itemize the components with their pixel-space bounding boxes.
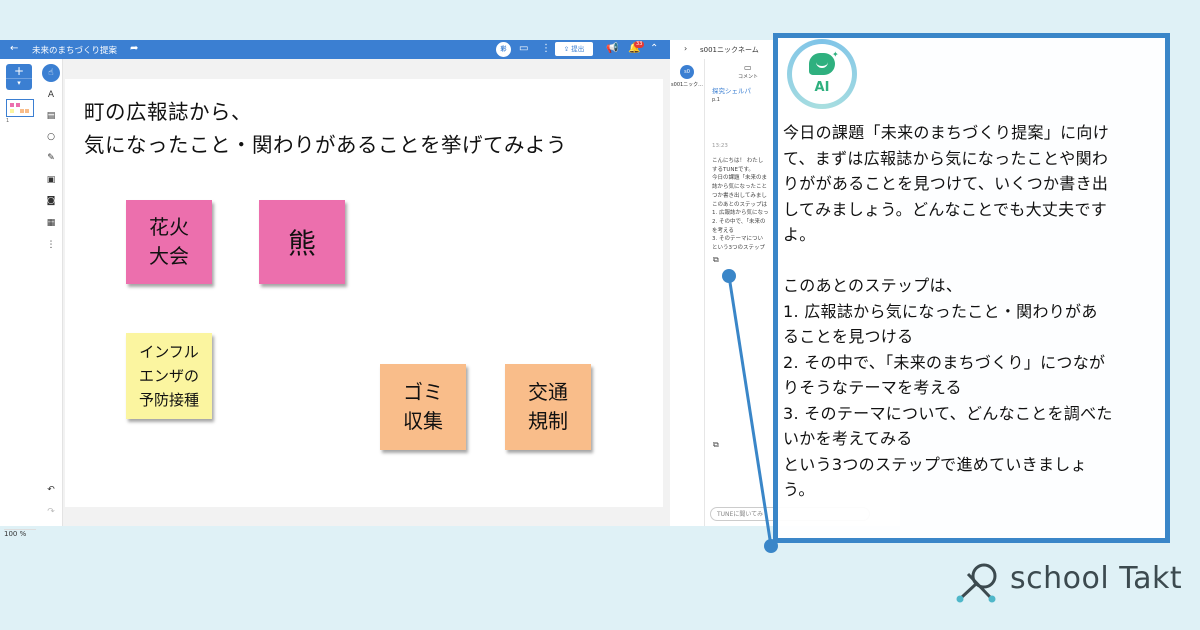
page-thumbnail[interactable] (6, 99, 34, 117)
copy-icon[interactable]: ⧉ (713, 440, 719, 450)
table-tool-icon[interactable]: ▦ (40, 218, 62, 228)
tool-bar: ☝ A ▤ ○ ✎ ▣ ◙ ▦ ⋮ ↶ ↷ (40, 59, 63, 526)
user-avatar[interactable]: 彩 (496, 42, 511, 57)
logo-text: school Takt (1010, 561, 1183, 596)
chevron-down-icon[interactable]: ▾ (6, 78, 32, 87)
submit-label: 提出 (571, 45, 585, 53)
chevron-up-icon[interactable]: ⌃ (650, 43, 658, 54)
top-bar: ← 未来のまちづくり提案 ➦ 彩 ▭ ⋮ ⇪ 提出 📢 🔔 33 ⌃ (0, 40, 670, 59)
message-time: 13:23 (712, 143, 728, 149)
image-tool-icon[interactable]: ▣ (40, 175, 62, 185)
ai-avatar-inner: ✦ AI (792, 44, 852, 104)
canvas-prompt[interactable]: 町の広報誌から、 気になったこと・関わりがあることを挙げてみよう (84, 96, 567, 162)
zoom-value[interactable]: 100 (4, 530, 17, 538)
ai-avatar: ✦ AI (787, 39, 857, 109)
zoom-control[interactable]: 100 % (4, 529, 36, 542)
notification-badge: 33 (634, 41, 645, 48)
canvas[interactable]: 町の広報誌から、 気になったこと・関わりがあることを挙げてみよう 花火 大会 熊… (65, 79, 663, 507)
present-icon[interactable]: ▭ (519, 43, 528, 54)
sticky-note[interactable]: 熊 (259, 200, 345, 284)
nav-avatar[interactable]: s0 (680, 65, 694, 79)
section-title: 探究シェルパ (712, 87, 751, 95)
preview-line: 今日の課題「未来のま (712, 175, 768, 182)
preview-line: このあとのステップは (712, 201, 767, 208)
camera-tool-icon[interactable]: ◙ (40, 196, 62, 206)
back-arrow-icon[interactable]: ← (10, 43, 18, 54)
text-tool-icon[interactable]: A (40, 90, 62, 100)
prompt-line-2: 気になったこと・関わりがあることを挙げてみよう (84, 133, 567, 157)
more-vertical-icon[interactable]: ⋮ (541, 43, 551, 54)
preview-line: こんにちは！ わたし (712, 158, 764, 164)
more-tools-icon[interactable]: ⋮ (40, 240, 62, 250)
ai-message-text: 今日の課題「未来のまちづくり提案」に向け て、まずは広報誌から気になったことや関… (783, 123, 1113, 499)
thumb-note (10, 109, 14, 113)
nav-user-label: s001ニック... (671, 82, 703, 88)
preview-line: つか書き出してみまし (712, 192, 767, 199)
sticky-note-text: ゴミ 収集 (403, 380, 443, 433)
undo-icon[interactable]: ↶ (40, 485, 62, 495)
section-sub: p.1 (712, 97, 720, 103)
zoom-unit: % (19, 530, 27, 538)
page-thumbnail-panel: + ▾ 1 100 % (0, 59, 41, 538)
thumb-note (16, 103, 20, 107)
add-page-button[interactable]: + ▾ (6, 64, 32, 90)
document-title: 未来のまちづくり提案 (32, 46, 118, 56)
canvas-area: 町の広報誌から、 気になったこと・関わりがあることを挙げてみよう 花火 大会 熊… (63, 59, 670, 526)
pen-tool-icon[interactable]: ✎ (40, 153, 62, 163)
preview-line: 1. 広報誌から気になっ (712, 210, 769, 217)
share-arrow-icon[interactable]: ➦ (130, 43, 138, 54)
preview-line: 2. その中で、「未来の (712, 218, 766, 225)
preview-line: 3. そのテーマについ (712, 236, 763, 243)
sticky-note-text: インフル エンザの 予防接種 (138, 343, 199, 409)
logo-mark-icon (956, 563, 997, 603)
sticky-note[interactable]: インフル エンザの 予防接種 (126, 333, 212, 419)
sticky-note[interactable]: 交通 規制 (505, 364, 591, 450)
prompt-line-1: 町の広報誌から、 (84, 100, 252, 124)
app-window: ← 未来のまちづくり提案 ➦ 彩 ▭ ⋮ ⇪ 提出 📢 🔔 33 ⌃ + ▾ 1 … (0, 40, 670, 538)
submit-button[interactable]: ⇪ 提出 (555, 42, 593, 56)
copy-icon[interactable]: ⧉ (713, 255, 719, 265)
thumb-note (20, 109, 24, 113)
side-panel-nav: s0 s001ニック... (670, 59, 705, 526)
collapse-chevron-icon[interactable]: › (684, 44, 687, 53)
preview-line: するTUNEです。 (712, 166, 754, 173)
thumb-note (10, 103, 14, 107)
message-preview: こんにちは！ わたし するTUNEです。今日の課題「未来のま 誌から気になったことつ… (712, 157, 769, 253)
megaphone-icon[interactable]: 📢 (606, 43, 618, 54)
shape-tool-icon[interactable]: ○ (40, 132, 62, 142)
sticky-note[interactable]: 花火 大会 (126, 200, 212, 284)
preview-line: という3つのステップ (712, 245, 765, 252)
page-number: 1 (6, 118, 10, 124)
ai-label: AI (814, 80, 830, 95)
side-panel-user-name: s001ニックネーム (700, 46, 759, 54)
sticky-note-text: 交通 規制 (528, 380, 568, 433)
sparkle-icon: ✦ (832, 50, 839, 59)
sticky-note-tool-icon[interactable]: ▤ (40, 111, 62, 121)
sticky-note-text: 熊 (287, 227, 316, 260)
comment-icon[interactable]: ▭ (744, 63, 752, 72)
redo-icon[interactable]: ↷ (40, 507, 62, 517)
hand-tool-icon[interactable]: ☝ (42, 64, 60, 82)
sticky-note-text: 花火 大会 (149, 215, 189, 268)
preview-line: を考える (712, 227, 734, 234)
thumb-note (25, 109, 29, 113)
preview-line: 誌から気になったこと (712, 184, 768, 191)
school-takt-logo: school Takt (954, 559, 1184, 607)
sticky-note[interactable]: ゴミ 収集 (380, 364, 466, 450)
comment-tab[interactable]: コメント (738, 73, 758, 80)
